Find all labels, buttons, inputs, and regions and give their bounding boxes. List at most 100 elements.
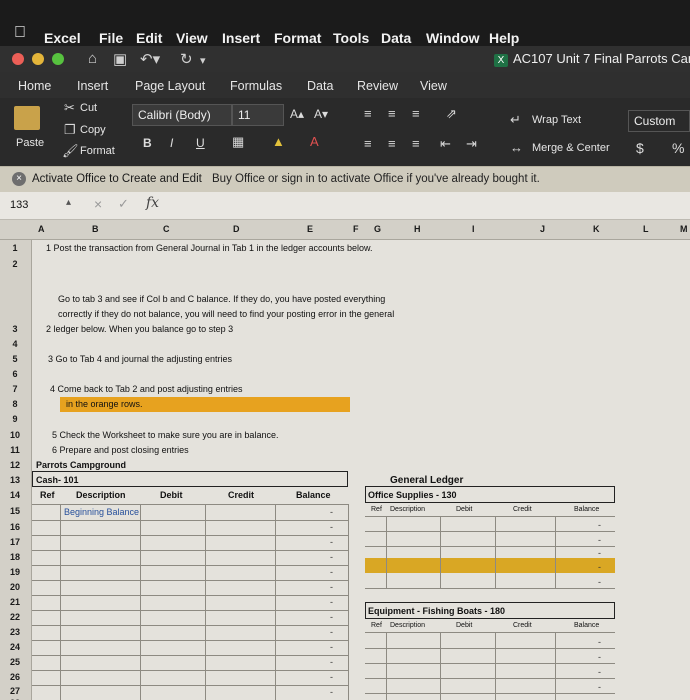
col-header-l[interactable]: L xyxy=(643,224,649,234)
menu-tools[interactable]: Tools xyxy=(333,30,369,46)
align-right-icon[interactable]: ≡ xyxy=(412,136,420,151)
tab-page-layout[interactable]: Page Layout xyxy=(135,79,205,93)
cut-button[interactable]: Cut xyxy=(80,102,97,114)
instruction-step-4[interactable]: 4 Come back to Tab 2 and post adjusting … xyxy=(50,384,242,394)
fx-icon[interactable]: fx xyxy=(146,195,159,211)
cash-col-ref[interactable]: Ref xyxy=(40,490,55,500)
instruction-step-3[interactable]: 3 Go to Tab 4 and journal the adjusting … xyxy=(48,354,232,364)
undo-icon[interactable]: ↶▾ xyxy=(140,50,160,68)
cash-col-credit[interactable]: Credit xyxy=(228,490,254,500)
instruction-step-2-line-3[interactable]: 2 ledger below. When you balance go to s… xyxy=(46,324,233,334)
close-message-icon[interactable]: × xyxy=(12,172,26,186)
menu-help[interactable]: Help xyxy=(489,30,519,46)
general-ledger-title[interactable]: General Ledger xyxy=(390,475,463,486)
borders-icon[interactable]: ▦ xyxy=(232,134,244,150)
align-middle-icon[interactable]: ≡ xyxy=(388,106,396,121)
align-top-icon[interactable]: ≡ xyxy=(364,106,372,121)
equipment-col-description[interactable]: Description xyxy=(390,622,425,629)
col-header-a[interactable]: A xyxy=(38,224,45,234)
equipment-col-balance[interactable]: Balance xyxy=(574,622,599,629)
instruction-step-6[interactable]: 6 Prepare and post closing entries xyxy=(52,445,189,455)
underline-button[interactable]: U xyxy=(196,136,205,150)
font-size-select[interactable]: 11 xyxy=(232,104,284,126)
menu-format[interactable]: Format xyxy=(274,30,321,46)
cash-balance-cell[interactable]: - xyxy=(330,657,333,667)
col-header-b[interactable]: B xyxy=(92,224,99,234)
cash-balance-cell[interactable]: - xyxy=(330,672,333,682)
equipment-balance-cell[interactable]: - xyxy=(598,652,601,662)
cash-beginning-balance[interactable]: Beginning Balance xyxy=(64,507,139,517)
increase-font-icon[interactable]: A▴ xyxy=(290,107,304,121)
row-header[interactable]: 9 xyxy=(4,414,26,424)
office-balance-cell[interactable]: - xyxy=(598,562,601,572)
cash-col-balance[interactable]: Balance xyxy=(296,490,331,500)
office-balance-cell[interactable]: - xyxy=(598,577,601,587)
tab-data[interactable]: Data xyxy=(307,79,333,93)
paste-icon[interactable] xyxy=(14,106,40,130)
font-color-icon[interactable]: A xyxy=(310,134,319,149)
cash-balance-cell[interactable]: - xyxy=(330,522,333,532)
row-header[interactable]: 4 xyxy=(4,339,26,349)
save-icon[interactable]: ▣ xyxy=(113,50,127,68)
equipment-col-credit[interactable]: Credit xyxy=(513,622,532,629)
row-header[interactable]: 15 xyxy=(4,506,26,516)
instruction-step-4-note[interactable]: in the orange rows. xyxy=(66,399,143,409)
close-window-button[interactable] xyxy=(12,53,24,65)
cash-balance-cell[interactable]: - xyxy=(330,597,333,607)
row-header[interactable]: 8 xyxy=(4,399,26,409)
col-header-m[interactable]: M xyxy=(680,224,688,234)
office-balance-cell[interactable]: - xyxy=(598,548,601,558)
equipment-col-debit[interactable]: Debit xyxy=(456,622,472,629)
copy-button[interactable]: Copy xyxy=(80,124,106,136)
cash-balance-cell[interactable]: - xyxy=(330,582,333,592)
col-header-f[interactable]: F xyxy=(353,224,359,234)
wrap-text-button[interactable]: Wrap Text xyxy=(532,114,581,126)
cash-balance-cell[interactable]: - xyxy=(330,687,333,697)
font-name-select[interactable]: Calibri (Body) xyxy=(132,104,232,126)
redo-icon[interactable]: ↻ xyxy=(180,50,193,68)
merge-center-button[interactable]: Merge & Center xyxy=(532,142,610,154)
menu-file[interactable]: File xyxy=(99,30,123,46)
tab-review[interactable]: Review xyxy=(357,79,398,93)
tab-formulas[interactable]: Formulas xyxy=(230,79,282,93)
name-box-stepper-icon[interactable]: ▴ xyxy=(66,197,71,208)
italic-button[interactable]: I xyxy=(170,136,173,150)
col-header-i[interactable]: I xyxy=(472,224,475,234)
paste-button[interactable]: Paste xyxy=(16,137,44,149)
row-header[interactable]: 11 xyxy=(4,445,26,455)
menu-view[interactable]: View xyxy=(176,30,208,46)
row-header[interactable]: 27 xyxy=(4,686,26,696)
increase-indent-icon[interactable]: ⇥ xyxy=(466,136,477,152)
col-header-d[interactable]: D xyxy=(233,224,240,234)
office-balance-cell[interactable]: - xyxy=(598,535,601,545)
instruction-step-5[interactable]: 5 Check the Worksheet to make sure you a… xyxy=(52,430,278,440)
fill-color-icon[interactable]: ▲ xyxy=(272,134,285,149)
equipment-balance-cell[interactable]: - xyxy=(598,637,601,647)
col-header-h[interactable]: H xyxy=(414,224,421,234)
office-col-description[interactable]: Description xyxy=(390,506,425,513)
number-format-select[interactable]: Custom xyxy=(628,110,690,132)
row-header[interactable]: 13 xyxy=(4,475,26,485)
instruction-step-1[interactable]: 1 Post the transaction from General Jour… xyxy=(46,243,373,253)
decrease-font-icon[interactable]: A▾ xyxy=(314,107,328,121)
row-header[interactable]: 18 xyxy=(4,552,26,562)
office-col-debit[interactable]: Debit xyxy=(456,506,472,513)
row-header[interactable]: 26 xyxy=(4,672,26,682)
row-header[interactable]: 2 xyxy=(4,259,26,269)
merge-center-icon[interactable]: ↔ xyxy=(510,140,523,155)
tab-view[interactable]: View xyxy=(420,79,447,93)
row-header[interactable]: 5 xyxy=(4,354,26,364)
company-name[interactable]: Parrots Campground xyxy=(36,460,126,470)
zoom-window-button[interactable] xyxy=(52,53,64,65)
row-header[interactable]: 3 xyxy=(4,324,26,334)
percent-format-button[interactable]: % xyxy=(672,140,684,156)
row-header[interactable]: 19 xyxy=(4,567,26,577)
minimize-window-button[interactable] xyxy=(32,53,44,65)
office-col-ref[interactable]: Ref xyxy=(371,506,382,513)
align-center-icon[interactable]: ≡ xyxy=(388,136,396,151)
office-col-credit[interactable]: Credit xyxy=(513,506,532,513)
equipment-balance-cell[interactable]: - xyxy=(598,682,601,692)
equipment-col-ref[interactable]: Ref xyxy=(371,622,382,629)
row-header[interactable]: 7 xyxy=(4,384,26,394)
col-header-e[interactable]: E xyxy=(307,224,313,234)
